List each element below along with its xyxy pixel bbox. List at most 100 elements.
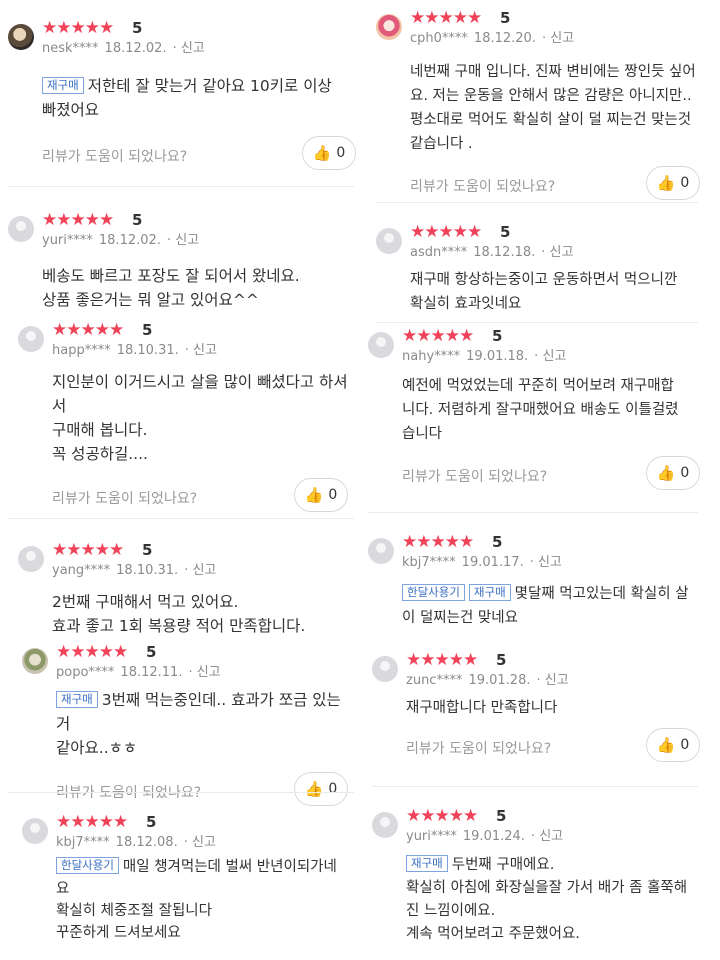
- review-meta: nesk**** 18.12.02. · 신고: [42, 41, 205, 56]
- divider: [376, 322, 698, 323]
- review-meta: popo**** 18.12.11. · 신고: [56, 665, 221, 680]
- avatar: [8, 24, 34, 50]
- avatar: [376, 14, 402, 40]
- like-count: 0: [680, 175, 690, 191]
- review-text: 한달사용기 재구매 몇달째 먹고있는데 확실히 살 이 덜찌는건 맞네요: [402, 584, 689, 626]
- review-date: 18.10.31.: [116, 563, 179, 578]
- rating-score: 5: [132, 211, 143, 229]
- username: cph0****: [410, 31, 468, 46]
- like-count: 0: [328, 487, 338, 503]
- rating-stars: ★★★★★: [410, 222, 482, 242]
- rating-score: 5: [496, 807, 507, 825]
- report-link[interactable]: 신고: [175, 233, 199, 248]
- review-date: 19.01.28.: [468, 673, 531, 688]
- review-text: 한달사용기 매일 챙겨먹는데 벌써 반년이되가네 요 확실히 체중조절 잘됩니다 …: [56, 857, 337, 941]
- report-link[interactable]: 신고: [192, 835, 216, 850]
- rating-stars: ★★★★★: [42, 18, 114, 38]
- helpful-question: 리뷰가 도움이 되었나요?: [52, 491, 198, 507]
- review-card: ★★★★★ 5 yuri**** 18.12.02. · 신고 베송도 빠르고 포장…: [8, 210, 356, 312]
- review-card: ★★★★★ 5 happ**** 18.10.31. · 신고 지인분이 이거드시고…: [18, 320, 348, 518]
- like-button[interactable]: 👍 0: [646, 728, 700, 762]
- review-card: ★★★★★ 5 yang**** 18.10.31. · 신고 2번째 구매해서 먹…: [18, 540, 348, 638]
- thumbs-up-icon: 👍: [656, 736, 676, 754]
- thumbs-up-icon: 👍: [656, 174, 676, 192]
- like-button[interactable]: 👍 0: [302, 136, 356, 170]
- username: popo****: [56, 665, 115, 680]
- review-date: 18.12.02.: [98, 233, 161, 248]
- rating-stars: ★★★★★: [406, 650, 478, 670]
- report-link[interactable]: 신고: [542, 349, 566, 364]
- review-date: 18.12.11.: [120, 665, 183, 680]
- divider: [8, 186, 354, 187]
- report-link[interactable]: 신고: [539, 829, 563, 844]
- review-meta: asdn**** 18.12.18. · 신고: [410, 245, 574, 260]
- review-meta: happ**** 18.10.31. · 신고: [52, 343, 217, 358]
- like-button[interactable]: 👍 0: [646, 166, 700, 200]
- repurchase-badge: 재구매: [468, 584, 511, 601]
- review-card: ★★★★★ 5 asdn**** 18.12.18. · 신고 재구매 항상하는중이…: [376, 222, 700, 316]
- review-meta: zunc**** 19.01.28. · 신고: [406, 673, 569, 688]
- like-button[interactable]: 👍 0: [646, 456, 700, 490]
- rating-score: 5: [146, 643, 157, 661]
- avatar: [372, 656, 398, 682]
- username: kbj7****: [402, 555, 456, 570]
- helpful-row: 리뷰가 도움이 되었나요? 👍 0: [406, 728, 700, 768]
- rating-score: 5: [142, 541, 153, 559]
- review-date: 18.12.02.: [104, 41, 167, 56]
- username: asdn****: [410, 245, 468, 260]
- rating-stars: ★★★★★: [406, 806, 478, 826]
- thumbs-up-icon: 👍: [304, 486, 324, 504]
- review-date: 18.10.31.: [116, 343, 179, 358]
- review-meta: cph0**** 18.12.20. · 신고: [410, 31, 575, 46]
- report-link[interactable]: 신고: [550, 245, 574, 260]
- divider: [8, 518, 354, 519]
- report-link[interactable]: 신고: [192, 563, 216, 578]
- repurchase-badge: 재구매: [406, 855, 448, 872]
- review-card: ★★★★★ 5 cph0**** 18.12.20. · 신고 네번째 구매 입니다…: [376, 8, 700, 206]
- thumbs-up-icon: 👍: [656, 464, 676, 482]
- divider: [8, 792, 354, 793]
- report-link[interactable]: 신고: [181, 41, 205, 56]
- username: yang****: [52, 563, 111, 578]
- like-button[interactable]: 👍 0: [294, 772, 348, 806]
- divider: [368, 512, 698, 513]
- review-meta: nahy**** 19.01.18. · 신고: [402, 349, 567, 364]
- report-link[interactable]: 신고: [193, 343, 217, 358]
- rating-stars: ★★★★★: [410, 8, 482, 28]
- helpful-question: 리뷰가 도움이 되었나요?: [406, 741, 552, 757]
- thumbs-up-icon: 👍: [304, 780, 324, 798]
- rating-stars: ★★★★★: [56, 812, 128, 832]
- review-text: 재구매 두번째 구매에요. 확실히 아침에 화장실을잘 가서 배가 좀 홀쭉해 진…: [406, 855, 688, 942]
- like-button[interactable]: 👍 0: [294, 478, 348, 512]
- one-month-badge: 한달사용기: [402, 584, 465, 601]
- repurchase-badge: 재구매: [56, 691, 98, 708]
- review-text: 재구매 저한테 잘 맞는거 같아요 10키로 이상 빠졌어요: [42, 77, 332, 119]
- report-link[interactable]: 신고: [538, 555, 562, 570]
- report-link[interactable]: 신고: [545, 673, 569, 688]
- username: happ****: [52, 343, 111, 358]
- rating-score: 5: [500, 9, 511, 27]
- rating-stars: ★★★★★: [52, 540, 124, 560]
- report-link[interactable]: 신고: [197, 665, 221, 680]
- review-meta: kbj7**** 19.01.17. · 신고: [402, 555, 562, 570]
- divider: [376, 202, 698, 203]
- review-card: ★★★★★ 5 popo**** 18.12.11. · 신고 재구매 3번째 먹는중…: [22, 642, 348, 812]
- like-count: 0: [680, 465, 690, 481]
- helpful-question: 리뷰가 도움이 되었나요?: [42, 149, 188, 165]
- avatar: [22, 648, 48, 674]
- avatar: [18, 546, 44, 572]
- report-link[interactable]: 신고: [550, 31, 574, 46]
- username: yuri****: [406, 829, 457, 844]
- thumbs-up-icon: 👍: [312, 144, 332, 162]
- review-text: 베송도 빠르고 포장도 잘 되어서 왔네요. 상품 좋은거는 뭐 알고 있어요^…: [42, 267, 300, 309]
- username: zunc****: [406, 673, 463, 688]
- helpful-row: 리뷰가 도움이 되었나요? 👍 0: [402, 456, 700, 496]
- review-date: 18.12.18.: [473, 245, 536, 260]
- avatar: [376, 228, 402, 254]
- review-meta: yuri**** 18.12.02. · 신고: [42, 233, 200, 248]
- avatar: [372, 812, 398, 838]
- rating-stars: ★★★★★: [52, 320, 124, 340]
- username: nahy****: [402, 349, 461, 364]
- rating-score: 5: [492, 327, 503, 345]
- review-card: ★★★★★ 5 nesk**** 18.12.02. · 신고 재구매 저한테 잘 맞…: [8, 18, 356, 176]
